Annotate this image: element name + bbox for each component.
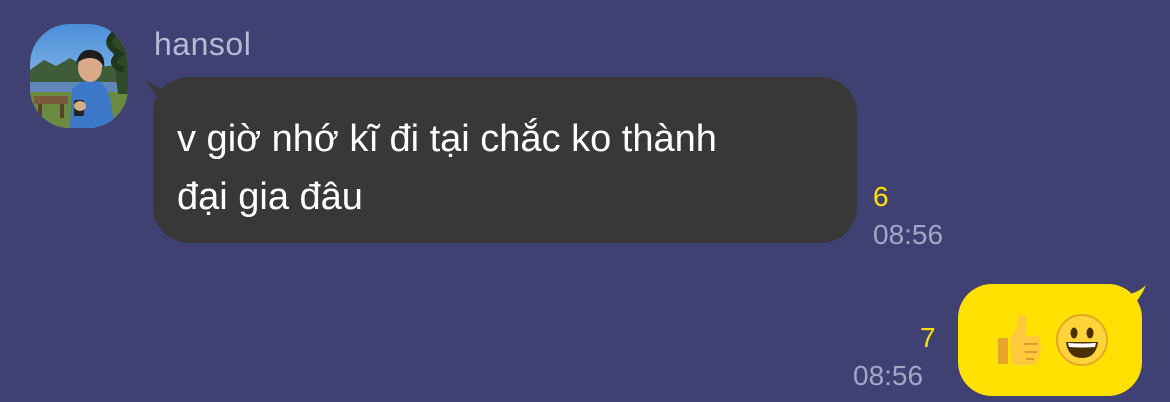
outgoing-bubble-tail <box>1120 285 1146 315</box>
grinning-face-icon <box>1056 314 1108 366</box>
sender-name: hansol <box>154 26 252 62</box>
incoming-timestamp: 08:56 <box>873 219 944 250</box>
profile-photo <box>30 24 128 128</box>
incoming-message-text: v giờ nhớ kĩ đi tại chắc ko thành đại gi… <box>177 118 717 218</box>
outgoing-unread-count: 7 <box>920 322 936 353</box>
outgoing-timestamp: 08:56 <box>853 360 924 391</box>
thumbs-up-icon <box>998 314 1042 365</box>
outgoing-emoji-row <box>988 312 1110 368</box>
incoming-unread-count: 6 <box>873 181 889 212</box>
outgoing-bubble-tail-shape <box>1120 285 1146 315</box>
sender-avatar[interactable] <box>30 24 128 128</box>
